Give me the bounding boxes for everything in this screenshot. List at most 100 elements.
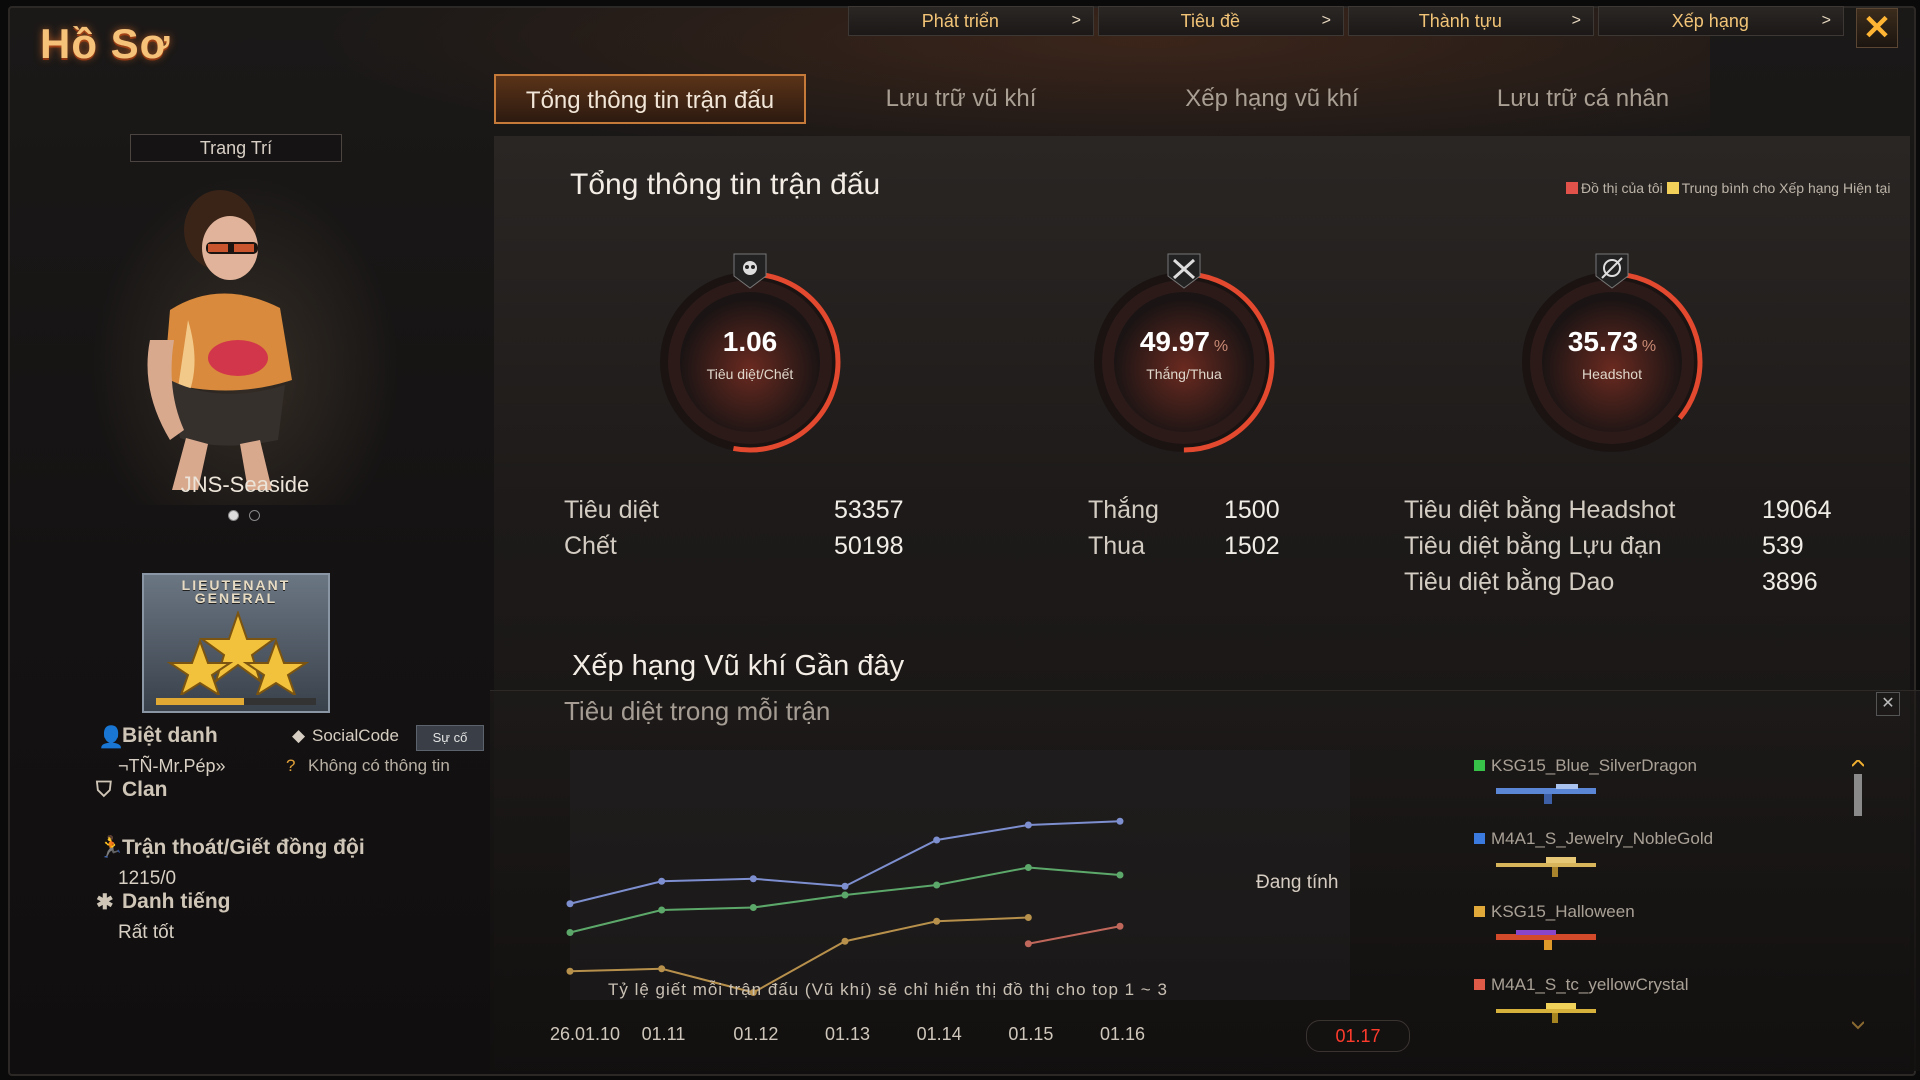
runner-icon: 🏃: [98, 836, 125, 859]
chart-plot-area: [570, 750, 1350, 1000]
shotgun-icon: [1496, 784, 1596, 804]
incident-button[interactable]: Sự cố: [416, 725, 484, 751]
kills-per-match-chart: [566, 750, 1350, 1000]
decorate-button[interactable]: Trang Trí: [130, 134, 342, 162]
pager-dot[interactable]: [249, 510, 260, 521]
topnav-title-button[interactable]: Tiêu đề >: [1098, 6, 1344, 36]
pager-dot[interactable]: [228, 510, 239, 521]
headshot-kills-value: 19064: [1762, 496, 1832, 524]
rifle-icon: [1496, 857, 1596, 877]
kd-value: 1.06: [722, 326, 778, 357]
headshot-gauge: 35.73% Headshot: [1512, 262, 1712, 462]
socialcode-label: SocialCode: [312, 726, 399, 745]
reputation-label: Danh tiếng: [122, 890, 231, 913]
chevron-right-icon: >: [1321, 12, 1331, 29]
avatar[interactable]: [110, 190, 330, 490]
tab-personal-storage[interactable]: Lưu trữ cá nhân: [1428, 74, 1738, 124]
weapon-list: KSG15_Blue_SilverDragon M4A1_S_Jewelry_N…: [1474, 756, 1814, 1048]
avatar-pager[interactable]: [228, 510, 260, 521]
crossed-swords-icon: [1167, 253, 1201, 289]
data-point: [1024, 914, 1032, 921]
date-tick-label[interactable]: 01.16: [1100, 1024, 1145, 1045]
overview-title: Tổng thông tin trận đấu: [570, 168, 881, 201]
close-icon: ✕: [1881, 695, 1895, 712]
data-point: [1116, 922, 1124, 930]
headshot-kills-label: Tiêu diệt bằng Headshot: [1404, 496, 1676, 524]
weapon-item[interactable]: KSG15_Blue_SilverDragon: [1474, 756, 1814, 829]
weapon-list-scrollbar[interactable]: [1852, 760, 1864, 1030]
kills-value: 53357: [834, 496, 904, 524]
data-point: [749, 875, 757, 883]
date-active-button[interactable]: 01.17: [1306, 1020, 1410, 1052]
date-tick-label[interactable]: 26.01.10: [550, 1024, 620, 1045]
no-info-text: Không có thông tin: [308, 756, 450, 775]
date-tick-label[interactable]: 01.11: [642, 1024, 686, 1045]
date-tick-label[interactable]: 01.15: [1008, 1024, 1053, 1045]
chevron-right-icon: >: [1071, 12, 1081, 29]
deaths-label: Chết: [564, 532, 617, 560]
weapon-item[interactable]: M4A1_S_tc_yellowCrystal: [1474, 975, 1814, 1048]
weapon-item[interactable]: KSG15_Halloween: [1474, 902, 1814, 975]
date-tick-label[interactable]: 01.13: [825, 1024, 870, 1045]
weapon-item[interactable]: M4A1_S_Jewelry_NobleGold: [1474, 829, 1814, 902]
weapons-subtitle: Tiêu diệt trong mỗi trận: [564, 696, 831, 726]
data-point: [566, 967, 574, 975]
winrate-value: 49.97%: [1139, 326, 1229, 357]
deaths-value: 50198: [834, 532, 904, 560]
reputation-value: Rất tốt: [118, 922, 174, 943]
tab-weapon-ranking[interactable]: Xếp hạng vũ khí: [1116, 74, 1428, 124]
data-point: [1024, 940, 1032, 948]
reputation-icon: ✱: [96, 891, 114, 914]
data-point: [841, 882, 849, 890]
date-tick-label[interactable]: 01.14: [917, 1024, 962, 1045]
grenade-kills-value: 539: [1762, 532, 1804, 560]
data-point: [841, 937, 849, 945]
data-point: [1116, 817, 1124, 825]
quit-label: Trận thoát/Giết đồng đội: [122, 836, 365, 859]
kd-caption: Tiêu diệt/Chết: [706, 366, 794, 382]
losses-value: 1502: [1224, 532, 1280, 560]
winrate-gauge: 49.97% Thắng/Thua: [1084, 262, 1284, 462]
knife-kills-label: Tiêu diệt bằng Dao: [1404, 568, 1615, 596]
wins-value: 1500: [1224, 496, 1280, 524]
crosshair-icon: [1595, 253, 1629, 289]
user-icon: 👤: [98, 726, 125, 749]
weapon-color-swatch: [1474, 979, 1485, 990]
wins-label: Thắng: [1088, 496, 1159, 524]
topnav-develop-button[interactable]: Phát triển >: [848, 6, 1094, 36]
chevron-right-icon: >: [1821, 12, 1831, 29]
topnav-ranking-button[interactable]: Xếp hạng >: [1598, 6, 1844, 36]
close-icon: ✕: [1862, 9, 1892, 47]
data-point: [749, 904, 757, 911]
username: JNS-Seaside: [180, 472, 310, 497]
help-icon: ?: [286, 756, 296, 775]
shield-icon: ⛉: [96, 778, 112, 801]
weapon-color-swatch: [1474, 760, 1485, 771]
tag-icon: ◆: [292, 726, 306, 745]
data-point: [566, 900, 574, 908]
top-nav: Phát triển > Tiêu đề > Thành tựu > Xếp hạng…: [848, 6, 1844, 36]
data-point: [658, 906, 666, 914]
chart-legend: Đồ thị của tôi Trung bình cho Xếp hạng H…: [1566, 180, 1896, 197]
data-point: [841, 891, 849, 899]
close-button[interactable]: ✕: [1856, 8, 1898, 48]
kd-gauge: 1.06 Tiêu diệt/Chết: [650, 262, 850, 462]
weapon-color-swatch: [1474, 906, 1485, 917]
knife-kills-value: 3896: [1762, 568, 1818, 596]
nickname-value: ¬TÑ-Mr.Pép»: [118, 756, 226, 776]
legend-avg-swatch: [1666, 182, 1679, 194]
grenade-kills-label: Tiêu diệt bằng Lựu đạn: [1404, 532, 1662, 560]
chevron-right-icon: >: [1571, 12, 1581, 29]
topnav-achievement-button[interactable]: Thành tựu >: [1348, 6, 1594, 36]
date-tick-label[interactable]: 01.12: [733, 1024, 778, 1045]
rank-badge: LIEUTENANT GENERAL: [142, 573, 330, 713]
tab-match-overview[interactable]: Tổng thông tin trận đấu: [494, 74, 806, 124]
chart-note: Tỷ lệ giết mỗi trận đấu (Vũ khí) sẽ chỉ …: [608, 980, 1168, 999]
tab-weapon-storage[interactable]: Lưu trữ vũ khí: [806, 74, 1116, 124]
tab-bar: Tổng thông tin trận đấu Lưu trữ vũ khí X…: [494, 74, 1738, 124]
legend-mine-swatch: [1566, 182, 1578, 194]
rank-name: LIEUTENANT GENERAL: [181, 577, 291, 606]
chart-close-button[interactable]: ✕: [1876, 692, 1900, 716]
calculating-label: Đang tính: [1256, 872, 1339, 893]
scrollbar-thumb[interactable]: [1854, 774, 1862, 816]
